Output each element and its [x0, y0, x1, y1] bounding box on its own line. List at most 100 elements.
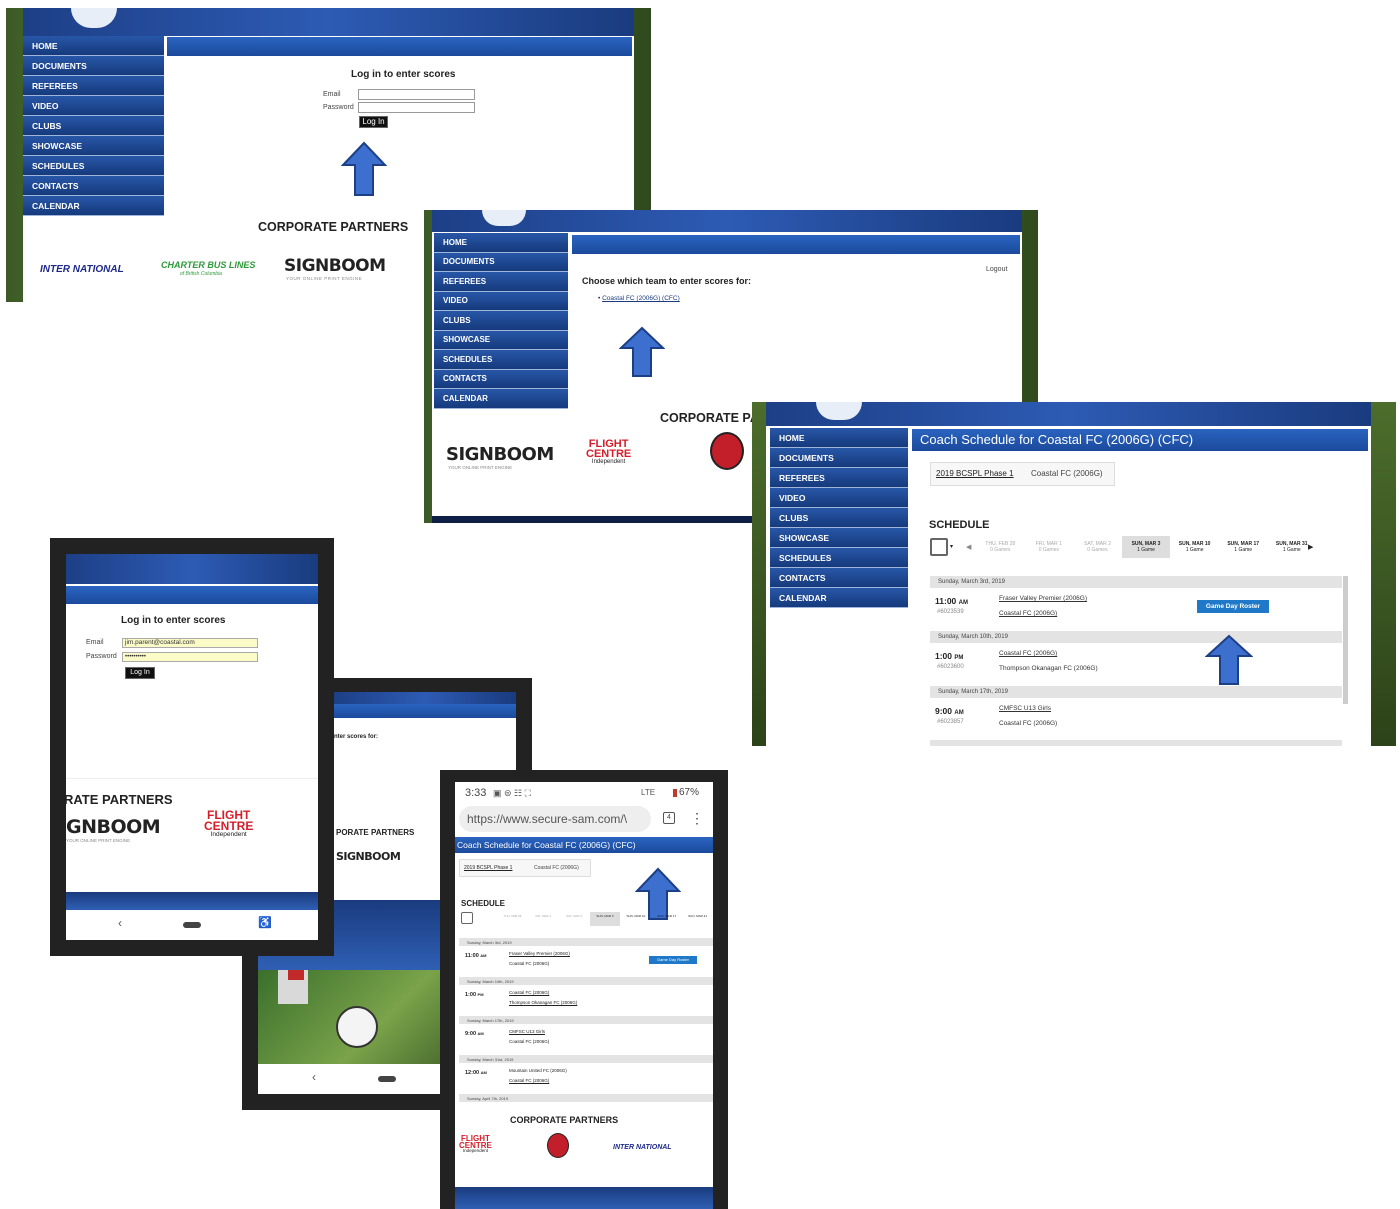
password-input[interactable]	[358, 102, 475, 113]
date-tab[interactable]: SUN, MAR 31	[682, 912, 713, 926]
game-date-header: Sunday, March 10th, 2019	[459, 977, 713, 985]
signboom-logo: SIGNBOOM	[446, 444, 554, 465]
notification-icons: ▣ ⊜ ☷ ⛶	[493, 788, 531, 798]
password-input[interactable]: ••••••••••	[122, 652, 258, 662]
calendar-dropdown-icon[interactable]: ▾	[950, 543, 953, 550]
home-pill-icon[interactable]	[378, 1076, 396, 1082]
team-link[interactable]: Coastal FC (2006G) (CFC)	[602, 295, 680, 302]
team-list-item[interactable]: • Coastal FC (2006G) (CFC)	[598, 295, 680, 302]
prev-week-icon[interactable]: ◀	[966, 543, 971, 551]
nav-referees[interactable]: REFEREES	[23, 76, 164, 96]
signboom-tagline: YOUR ONLINE PRINT ENGINE	[286, 276, 363, 281]
nav-documents[interactable]: DOCUMENTS	[434, 252, 568, 272]
home-team-link[interactable]: Coastal FC (2006G)	[999, 650, 1057, 657]
nav-showcase[interactable]: SHOWCASE	[770, 528, 908, 548]
email-input[interactable]	[358, 89, 475, 100]
nav-calendar[interactable]: CALENDAR	[770, 588, 908, 608]
nav-documents[interactable]: DOCUMENTS	[23, 56, 164, 76]
home-team-link[interactable]: Fraser Valley Premier (2006G)	[999, 595, 1087, 602]
date-tab[interactable]: SAT, MAR 2	[559, 912, 590, 926]
date-tab[interactable]: FRI, MAR 1	[528, 912, 559, 926]
login-button[interactable]: Log In	[359, 116, 388, 128]
away-team-link[interactable]: Coastal FC (2006G)	[509, 1078, 549, 1083]
back-icon[interactable]: ‹	[118, 916, 122, 930]
nav-documents[interactable]: DOCUMENTS	[770, 448, 908, 468]
club-crest-icon	[482, 210, 526, 226]
date-tab[interactable]: SUN, MAR 17 1 Game	[1219, 536, 1268, 558]
date-tab[interactable]: FRI, MAR 10 Games	[1025, 536, 1074, 558]
url-bar[interactable]: https://www.secure-sam.com/\	[459, 806, 651, 832]
nav-calendar[interactable]: CALENDAR	[23, 196, 164, 216]
nav-video[interactable]: VIDEO	[770, 488, 908, 508]
tab-count-icon[interactable]: 4	[663, 812, 675, 824]
calendar-icon[interactable]	[930, 538, 948, 556]
breadcrumb-phase-link[interactable]: 2019 BCSPL Phase 1	[936, 469, 1014, 478]
phone-screen: Log in to enter scores Email jim.parent@…	[66, 554, 318, 940]
date-tab[interactable]: THU, FEB 28 0 Games	[976, 536, 1025, 558]
nav-referees[interactable]: REFEREES	[770, 468, 908, 488]
login-button[interactable]: Log In	[125, 667, 155, 679]
email-input[interactable]: jim.parent@coastal.com	[122, 638, 258, 648]
footer	[455, 1187, 713, 1209]
home-team: Mountain United FC (2006G)	[509, 1068, 567, 1073]
password-label: Password	[323, 104, 354, 111]
calendar-icon[interactable]	[461, 912, 473, 924]
home-team-link[interactable]: CMFSC U13 Girls	[999, 705, 1051, 712]
nav-contacts[interactable]: CONTACTS	[23, 176, 164, 196]
breadcrumb-phase-link[interactable]: 2019 BCSPL Phase 1	[464, 865, 512, 871]
nav-clubs[interactable]: CLUBS	[23, 116, 164, 136]
nav-schedules[interactable]: SCHEDULES	[23, 156, 164, 176]
url-text[interactable]: https://www.secure-sam.com/\	[467, 812, 627, 826]
nav-schedules[interactable]: SCHEDULES	[770, 548, 908, 568]
game-time: 9:00 AM	[465, 1031, 484, 1037]
sidebar-nav: HOME DOCUMENTS REFEREES VIDEO CLUBS SHOW…	[770, 428, 908, 608]
date-tab[interactable]: SUN, MAR 17	[651, 912, 682, 926]
nav-contacts[interactable]: CONTACTS	[434, 369, 568, 389]
date-tab[interactable]: SUN, MAR 10	[620, 912, 651, 926]
nav-clubs[interactable]: CLUBS	[434, 311, 568, 331]
away-team-link[interactable]: Thompson Okanagan FC (2006G)	[509, 1000, 577, 1005]
game-day-roster-button[interactable]: Game Day Roster	[1197, 600, 1269, 613]
nav-showcase[interactable]: SHOWCASE	[434, 330, 568, 350]
nav-video[interactable]: VIDEO	[434, 291, 568, 311]
date-tab-selected[interactable]: SUN, MAR 3	[589, 912, 621, 926]
back-icon[interactable]: ‹	[312, 1070, 316, 1084]
nav-clubs[interactable]: CLUBS	[770, 508, 908, 528]
next-week-icon[interactable]: ▶	[1308, 543, 1313, 551]
page-title: Coach Schedule for Coastal FC (2006G) (C…	[455, 837, 713, 853]
nav-home[interactable]: HOME	[770, 428, 908, 448]
scrollbar[interactable]	[1343, 576, 1348, 704]
home-team-link[interactable]: Fraser Valley Premier (2006G)	[509, 951, 570, 956]
home-team-link[interactable]: Coastal FC (2006G)	[509, 990, 549, 995]
nav-schedules[interactable]: SCHEDULES	[434, 350, 568, 370]
game-day-roster-button[interactable]: Game Day Roster	[649, 956, 697, 964]
site-header	[766, 402, 1371, 426]
menu-icon[interactable]: ⋮	[690, 810, 704, 827]
away-team: Coastal FC (2006G)	[509, 1039, 550, 1044]
accessibility-icon[interactable]: ♿	[258, 916, 272, 929]
content-header-bar	[334, 704, 516, 718]
nav-video[interactable]: VIDEO	[23, 96, 164, 116]
partners-heading: PORATE PARTNERS	[336, 828, 415, 837]
away-team-link[interactable]: Coastal FC (2006G)	[999, 610, 1057, 617]
date-tab-selected[interactable]: SUN, MAR 31 Game	[1121, 536, 1171, 558]
game-date-header: Sunday, March 17th, 2019	[930, 686, 1342, 698]
date-tab[interactable]: SUN, MAR 10 1 Game	[1170, 536, 1219, 558]
login-title: Log in to enter scores	[351, 69, 456, 80]
home-team-link[interactable]: CMFSC U13 Girls	[509, 1029, 545, 1034]
date-tab[interactable]: SAT, MAR 20 Games	[1073, 536, 1122, 558]
partners-heading: CORPORATE PARTNERS	[510, 1115, 619, 1125]
up-arrow-icon	[341, 141, 387, 197]
nav-contacts[interactable]: CONTACTS	[770, 568, 908, 588]
date-tab[interactable]: THU, FEB 28	[497, 912, 528, 926]
nav-home[interactable]: HOME	[434, 233, 568, 253]
nav-referees[interactable]: REFEREES	[434, 272, 568, 292]
battery-icon	[673, 789, 677, 797]
schedule-heading: SCHEDULE	[929, 519, 990, 531]
nav-showcase[interactable]: SHOWCASE	[23, 136, 164, 156]
home-pill-icon[interactable]	[183, 922, 201, 928]
nav-home[interactable]: HOME	[23, 36, 164, 56]
logout-link[interactable]: Logout	[986, 266, 1007, 273]
game-time: 9:00 AM	[935, 706, 964, 716]
nav-calendar[interactable]: CALENDAR	[434, 389, 568, 409]
